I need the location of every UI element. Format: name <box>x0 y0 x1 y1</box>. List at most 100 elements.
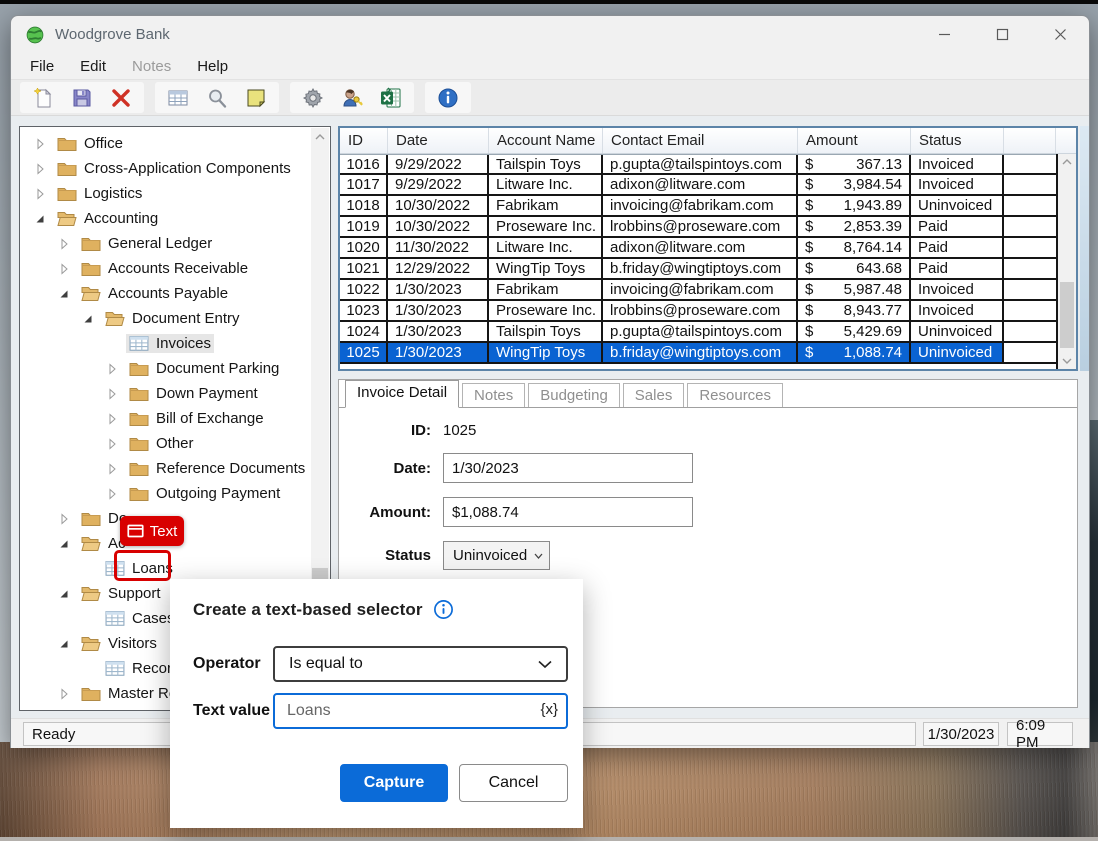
expand-arrow-icon[interactable] <box>32 136 48 152</box>
tree-item-bill-of-exchange[interactable]: Bill of Exchange <box>20 406 312 431</box>
collapse-arrow-icon[interactable] <box>56 536 72 552</box>
tree-item-general-ledger[interactable]: General Ledger <box>20 231 312 256</box>
tree-item-down-payment[interactable]: Down Payment <box>20 381 312 406</box>
info-icon[interactable] <box>433 599 454 620</box>
collapse-arrow-icon[interactable] <box>56 286 72 302</box>
toolbar-group <box>20 82 144 113</box>
new-document-button[interactable] <box>31 86 55 110</box>
column-header-id[interactable]: ID <box>340 128 388 153</box>
table-row[interactable]: 10179/29/2022Litware Inc.adixon@litware.… <box>340 175 1076 196</box>
tree-item-document-parking[interactable]: Document Parking <box>20 356 312 381</box>
grid-scrollbar[interactable] <box>1056 154 1076 369</box>
tab-notes[interactable]: Notes <box>462 383 525 407</box>
grid-scrollbar-thumb[interactable] <box>1060 282 1074 348</box>
column-header-blank[interactable] <box>1004 128 1056 153</box>
variable-token-button[interactable]: {x} <box>540 701 558 718</box>
selector-dialog: Create a text-based selector Operator Is… <box>170 579 583 828</box>
tree-item-label: Outgoing Payment <box>156 485 280 502</box>
collapse-arrow-icon[interactable] <box>56 636 72 652</box>
tree-item-document-entry[interactable]: Document Entry <box>20 306 312 331</box>
tree-item-logistics[interactable]: Logistics <box>20 181 312 206</box>
tree-item-office[interactable]: Office <box>20 131 312 156</box>
table-row[interactable]: 101810/30/2022Fabrikaminvoicing@fabrikam… <box>340 196 1076 217</box>
tree-item-cross-application-components[interactable]: Cross-Application Components <box>20 156 312 181</box>
tree-item-other[interactable]: Other <box>20 431 312 456</box>
tab-invoice-detail[interactable]: Invoice Detail <box>345 380 459 408</box>
tree-item-invoices[interactable]: Invoices <box>20 331 312 356</box>
close-button[interactable] <box>1031 16 1089 53</box>
tab-budgeting[interactable]: Budgeting <box>528 383 620 407</box>
table-row[interactable]: 10169/29/2022Tailspin Toysp.gupta@tailsp… <box>340 154 1076 175</box>
scroll-up-icon[interactable] <box>1058 154 1076 170</box>
cell-date: 9/29/2022 <box>388 175 489 194</box>
settings-button[interactable] <box>301 86 325 110</box>
user-key-button[interactable] <box>340 86 364 110</box>
tree-item-reference-documents[interactable]: Reference Documents <box>20 456 312 481</box>
minimize-button[interactable] <box>915 16 973 53</box>
text-value-input[interactable] <box>273 693 568 729</box>
table-row[interactable]: 101910/30/2022Proseware Inc.lrobbins@pro… <box>340 217 1076 238</box>
folder-icon <box>129 485 149 502</box>
scroll-up-icon[interactable] <box>311 128 329 145</box>
column-header-account-name[interactable]: Account Name <box>489 128 603 153</box>
menu-edit[interactable]: Edit <box>80 58 106 75</box>
collapse-arrow-icon[interactable] <box>56 586 72 602</box>
scroll-down-icon[interactable] <box>1058 353 1076 369</box>
collapse-arrow-icon[interactable] <box>32 211 48 227</box>
expand-arrow-icon[interactable] <box>56 511 72 527</box>
collapse-arrow-icon[interactable] <box>80 311 96 327</box>
data-table-icon <box>166 86 190 110</box>
table-row[interactable]: 10251/30/2023WingTip Toysb.friday@wingti… <box>340 343 1076 364</box>
tree-item-accounting[interactable]: Accounting <box>20 206 312 231</box>
expand-arrow-icon[interactable] <box>104 436 120 452</box>
save-button[interactable] <box>70 86 94 110</box>
tree-item-accounts-payable[interactable]: Accounts Payable <box>20 281 312 306</box>
expand-arrow-icon[interactable] <box>32 186 48 202</box>
expand-arrow-icon[interactable] <box>104 461 120 477</box>
cell-status: Uninvoiced <box>911 343 1004 362</box>
tree-item-outgoing-payment[interactable]: Outgoing Payment <box>20 481 312 506</box>
table-row[interactable]: 102011/30/2022Litware Inc.adixon@litware… <box>340 238 1076 259</box>
expand-arrow-icon[interactable] <box>104 361 120 377</box>
amount-field[interactable] <box>443 497 693 527</box>
excel-export-button[interactable] <box>379 86 403 110</box>
delete-button[interactable] <box>109 86 133 110</box>
id-label: ID: <box>339 422 431 439</box>
expand-arrow-icon[interactable] <box>56 686 72 702</box>
table-row[interactable]: 10231/30/2023Proseware Inc.lrobbins@pros… <box>340 301 1076 322</box>
table-icon <box>105 610 125 627</box>
expand-arrow-icon[interactable] <box>56 236 72 252</box>
maximize-button[interactable] <box>973 16 1031 53</box>
table-row[interactable]: 10241/30/2023Tailspin Toysp.gupta@tailsp… <box>340 322 1076 343</box>
tree-item-label: Accounts Payable <box>108 285 228 302</box>
expand-arrow-icon[interactable] <box>104 411 120 427</box>
column-header-contact-email[interactable]: Contact Email <box>603 128 798 153</box>
column-header-status[interactable]: Status <box>911 128 1004 153</box>
tab-sales[interactable]: Sales <box>623 383 685 407</box>
tab-resources[interactable]: Resources <box>687 383 783 407</box>
cancel-button[interactable]: Cancel <box>459 764 568 802</box>
date-field[interactable] <box>443 453 693 483</box>
chevron-down-icon <box>534 553 543 559</box>
expand-arrow-icon[interactable] <box>104 386 120 402</box>
search-button[interactable] <box>205 86 229 110</box>
operator-dropdown[interactable]: Is equal to <box>273 646 568 682</box>
expand-arrow-icon[interactable] <box>56 261 72 277</box>
invoices-grid: IDDateAccount NameContact EmailAmountSta… <box>338 126 1078 371</box>
note-button[interactable] <box>244 86 268 110</box>
info-button[interactable] <box>436 86 460 110</box>
dialog-title: Create a text-based selector <box>193 600 423 620</box>
menu-help[interactable]: Help <box>197 58 228 75</box>
menu-file[interactable]: File <box>30 58 54 75</box>
column-header-date[interactable]: Date <box>388 128 489 153</box>
expand-arrow-icon[interactable] <box>104 486 120 502</box>
data-table-button[interactable] <box>166 86 190 110</box>
status-dropdown[interactable]: Uninvoiced <box>443 541 550 570</box>
tree-item-accounts-receivable[interactable]: Accounts Receivable <box>20 256 312 281</box>
capture-button[interactable]: Capture <box>340 764 448 802</box>
expand-arrow-icon[interactable] <box>32 161 48 177</box>
table-row[interactable]: 102112/29/2022WingTip Toysb.friday@wingt… <box>340 259 1076 280</box>
folder-icon <box>129 360 149 377</box>
table-row[interactable]: 10221/30/2023Fabrikaminvoicing@fabrikam.… <box>340 280 1076 301</box>
column-header-amount[interactable]: Amount <box>798 128 911 153</box>
